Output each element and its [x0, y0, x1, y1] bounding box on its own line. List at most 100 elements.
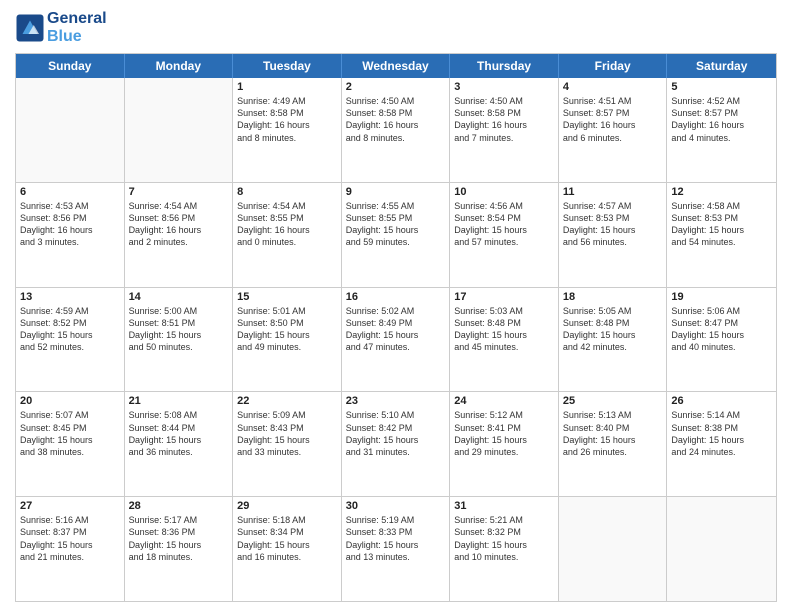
day-cell-7: 7 Sunrise: 4:54 AM Sunset: 8:56 PM Daylig… — [125, 183, 234, 287]
day-info: Sunrise: 4:57 AM Sunset: 8:53 PM Dayligh… — [563, 200, 663, 249]
day-cell-23: 23 Sunrise: 5:10 AM Sunset: 8:42 PM Dayli… — [342, 392, 451, 496]
day-cell-20: 20Sunrise: 5:07 AM Sunset: 8:45 PM Dayli… — [16, 392, 125, 496]
calendar-row-3: 13Sunrise: 4:59 AM Sunset: 8:52 PM Dayli… — [16, 288, 776, 393]
day-info: Sunrise: 4:50 AM Sunset: 8:58 PM Dayligh… — [346, 95, 446, 144]
day-info: Sunrise: 4:49 AM Sunset: 8:58 PM Dayligh… — [237, 95, 337, 144]
header-day-tuesday: Tuesday — [233, 54, 342, 78]
day-cell-4: 4 Sunrise: 4:51 AM Sunset: 8:57 PM Daylig… — [559, 78, 668, 182]
day-info: Sunrise: 5:10 AM Sunset: 8:42 PM Dayligh… — [346, 409, 446, 458]
day-number: 6 — [20, 186, 120, 198]
day-cell-21: 21 Sunrise: 5:08 AM Sunset: 8:44 PM Dayli… — [125, 392, 234, 496]
day-number: 25 — [563, 395, 663, 407]
day-info: Sunrise: 5:00 AM Sunset: 8:51 PM Dayligh… — [129, 305, 229, 354]
day-cell-6: 6 Sunrise: 4:53 AM Sunset: 8:56 PM Daylig… — [16, 183, 125, 287]
day-info: Sunrise: 4:53 AM Sunset: 8:56 PM Dayligh… — [20, 200, 120, 249]
logo: General Blue — [15, 10, 107, 45]
day-number: 14 — [129, 291, 229, 303]
day-info: Sunrise: 4:54 AM Sunset: 8:55 PM Dayligh… — [237, 200, 337, 249]
day-number: 3 — [454, 81, 554, 93]
day-number: 5 — [671, 81, 772, 93]
empty-cell — [559, 497, 668, 601]
calendar-header: SundayMondayTuesdayWednesdayThursdayFrid… — [16, 54, 776, 78]
day-number: 21 — [129, 395, 229, 407]
day-cell-10: 10 Sunrise: 4:56 AM Sunset: 8:54 PM Dayli… — [450, 183, 559, 287]
day-info: Sunrise: 5:12 AM Sunset: 8:41 PM Dayligh… — [454, 409, 554, 458]
header: General Blue — [15, 10, 777, 45]
day-cell-2: 2 Sunrise: 4:50 AM Sunset: 8:58 PM Daylig… — [342, 78, 451, 182]
day-number: 4 — [563, 81, 663, 93]
day-cell-11: 11 Sunrise: 4:57 AM Sunset: 8:53 PM Dayli… — [559, 183, 668, 287]
empty-cell — [667, 497, 776, 601]
day-info: Sunrise: 5:03 AM Sunset: 8:48 PM Dayligh… — [454, 305, 554, 354]
day-info: Sunrise: 4:50 AM Sunset: 8:58 PM Dayligh… — [454, 95, 554, 144]
header-day-monday: Monday — [125, 54, 234, 78]
day-number: 29 — [237, 500, 337, 512]
logo-icon — [15, 13, 45, 43]
header-day-saturday: Saturday — [667, 54, 776, 78]
header-day-sunday: Sunday — [16, 54, 125, 78]
day-number: 7 — [129, 186, 229, 198]
day-info: Sunrise: 5:21 AM Sunset: 8:32 PM Dayligh… — [454, 514, 554, 563]
day-cell-27: 27 Sunrise: 5:16 AM Sunset: 8:37 PM Dayli… — [16, 497, 125, 601]
day-number: 23 — [346, 395, 446, 407]
header-day-wednesday: Wednesday — [342, 54, 451, 78]
day-cell-14: 14 Sunrise: 5:00 AM Sunset: 8:51 PM Dayli… — [125, 288, 234, 392]
day-info: Sunrise: 5:02 AM Sunset: 8:49 PM Dayligh… — [346, 305, 446, 354]
calendar-row-4: 20Sunrise: 5:07 AM Sunset: 8:45 PM Dayli… — [16, 392, 776, 497]
day-number: 24 — [454, 395, 554, 407]
day-number: 19 — [671, 291, 772, 303]
day-info: Sunrise: 4:54 AM Sunset: 8:56 PM Dayligh… — [129, 200, 229, 249]
day-cell-31: 31 Sunrise: 5:21 AM Sunset: 8:32 PM Dayli… — [450, 497, 559, 601]
day-number: 12 — [671, 186, 772, 198]
day-info: Sunrise: 5:19 AM Sunset: 8:33 PM Dayligh… — [346, 514, 446, 563]
day-info: Sunrise: 4:55 AM Sunset: 8:55 PM Dayligh… — [346, 200, 446, 249]
calendar: SundayMondayTuesdayWednesdayThursdayFrid… — [15, 53, 777, 602]
day-info: Sunrise: 4:51 AM Sunset: 8:57 PM Dayligh… — [563, 95, 663, 144]
day-number: 8 — [237, 186, 337, 198]
calendar-row-5: 27 Sunrise: 5:16 AM Sunset: 8:37 PM Dayli… — [16, 497, 776, 601]
calendar-row-2: 6 Sunrise: 4:53 AM Sunset: 8:56 PM Daylig… — [16, 183, 776, 288]
day-cell-12: 12Sunrise: 4:58 AM Sunset: 8:53 PM Dayli… — [667, 183, 776, 287]
calendar-body: 1 Sunrise: 4:49 AM Sunset: 8:58 PM Daylig… — [16, 78, 776, 601]
day-cell-9: 9 Sunrise: 4:55 AM Sunset: 8:55 PM Daylig… — [342, 183, 451, 287]
day-cell-29: 29 Sunrise: 5:18 AM Sunset: 8:34 PM Dayli… — [233, 497, 342, 601]
day-number: 27 — [20, 500, 120, 512]
day-info: Sunrise: 5:01 AM Sunset: 8:50 PM Dayligh… — [237, 305, 337, 354]
day-cell-28: 28 Sunrise: 5:17 AM Sunset: 8:36 PM Dayli… — [125, 497, 234, 601]
day-number: 22 — [237, 395, 337, 407]
day-number: 13 — [20, 291, 120, 303]
day-cell-17: 17Sunrise: 5:03 AM Sunset: 8:48 PM Dayli… — [450, 288, 559, 392]
day-number: 10 — [454, 186, 554, 198]
logo-text: General Blue — [47, 10, 107, 45]
empty-cell — [16, 78, 125, 182]
day-number: 1 — [237, 81, 337, 93]
day-cell-5: 5Sunrise: 4:52 AM Sunset: 8:57 PM Daylig… — [667, 78, 776, 182]
day-info: Sunrise: 5:09 AM Sunset: 8:43 PM Dayligh… — [237, 409, 337, 458]
day-number: 9 — [346, 186, 446, 198]
day-cell-13: 13Sunrise: 4:59 AM Sunset: 8:52 PM Dayli… — [16, 288, 125, 392]
day-cell-3: 3 Sunrise: 4:50 AM Sunset: 8:58 PM Daylig… — [450, 78, 559, 182]
day-number: 2 — [346, 81, 446, 93]
day-cell-8: 8 Sunrise: 4:54 AM Sunset: 8:55 PM Daylig… — [233, 183, 342, 287]
day-number: 28 — [129, 500, 229, 512]
page: General Blue SundayMondayTuesdayWednesda… — [0, 0, 792, 612]
day-cell-19: 19 Sunrise: 5:06 AM Sunset: 8:47 PM Dayli… — [667, 288, 776, 392]
day-cell-26: 26Sunrise: 5:14 AM Sunset: 8:38 PM Dayli… — [667, 392, 776, 496]
day-cell-18: 18Sunrise: 5:05 AM Sunset: 8:48 PM Dayli… — [559, 288, 668, 392]
day-info: Sunrise: 5:14 AM Sunset: 8:38 PM Dayligh… — [671, 409, 772, 458]
day-number: 11 — [563, 186, 663, 198]
empty-cell — [125, 78, 234, 182]
day-cell-25: 25Sunrise: 5:13 AM Sunset: 8:40 PM Dayli… — [559, 392, 668, 496]
day-info: Sunrise: 5:08 AM Sunset: 8:44 PM Dayligh… — [129, 409, 229, 458]
day-number: 20 — [20, 395, 120, 407]
day-info: Sunrise: 5:05 AM Sunset: 8:48 PM Dayligh… — [563, 305, 663, 354]
day-cell-15: 15Sunrise: 5:01 AM Sunset: 8:50 PM Dayli… — [233, 288, 342, 392]
day-number: 31 — [454, 500, 554, 512]
day-info: Sunrise: 5:16 AM Sunset: 8:37 PM Dayligh… — [20, 514, 120, 563]
day-cell-1: 1 Sunrise: 4:49 AM Sunset: 8:58 PM Daylig… — [233, 78, 342, 182]
day-cell-22: 22 Sunrise: 5:09 AM Sunset: 8:43 PM Dayli… — [233, 392, 342, 496]
day-info: Sunrise: 4:56 AM Sunset: 8:54 PM Dayligh… — [454, 200, 554, 249]
day-info: Sunrise: 5:18 AM Sunset: 8:34 PM Dayligh… — [237, 514, 337, 563]
day-info: Sunrise: 5:06 AM Sunset: 8:47 PM Dayligh… — [671, 305, 772, 354]
day-info: Sunrise: 5:17 AM Sunset: 8:36 PM Dayligh… — [129, 514, 229, 563]
